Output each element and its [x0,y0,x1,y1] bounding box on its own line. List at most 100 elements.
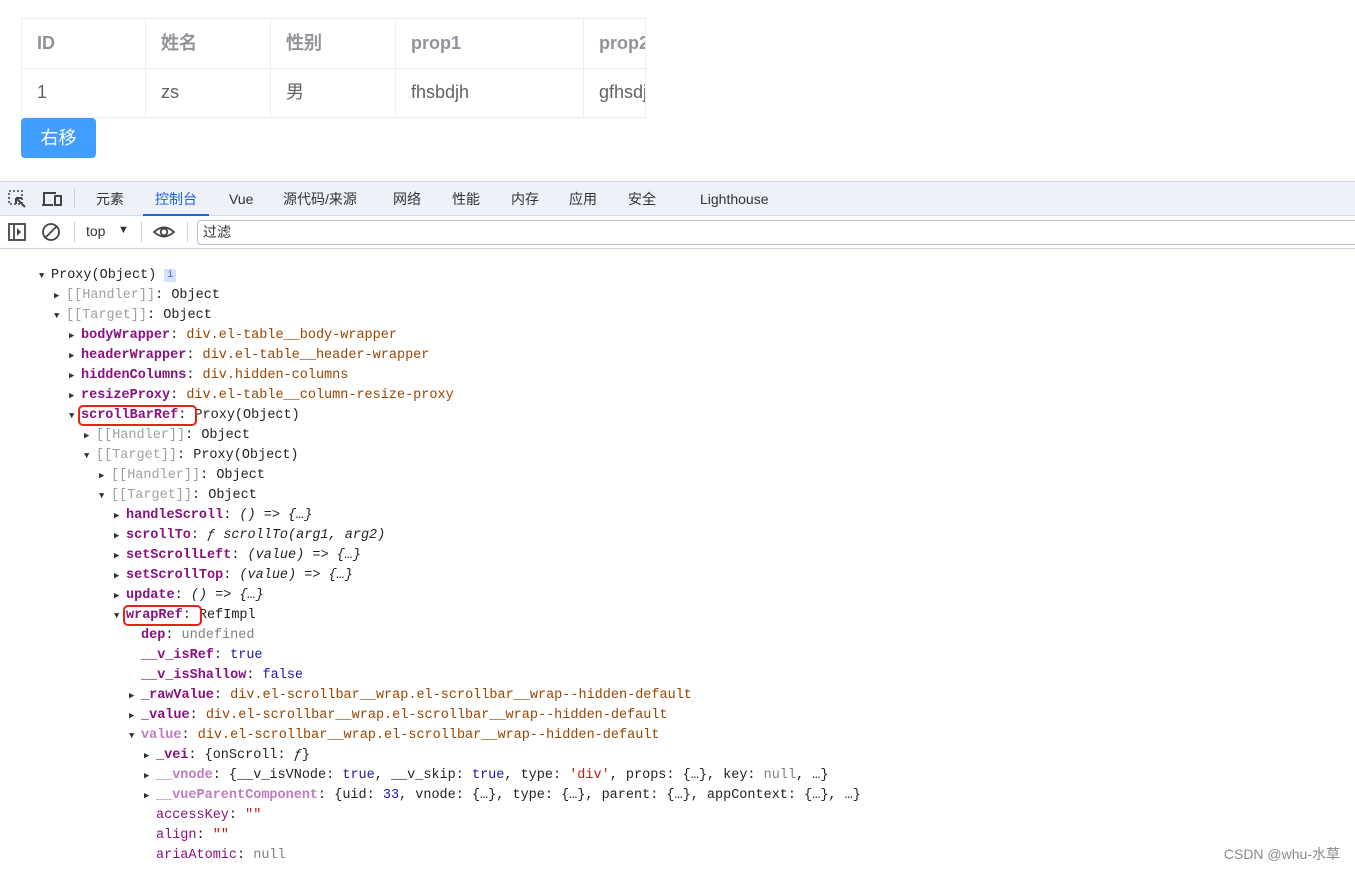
device-toolbar-icon[interactable] [41,189,63,214]
property-key: ariaAtomic [156,848,238,863]
tab-console[interactable]: 控制台 [143,182,209,216]
expand-triangle-closed-icon[interactable]: ▶ [114,586,124,606]
console-tree-row[interactable]: ▶ hiddenColumns: div.hidden-columns [69,366,348,386]
console-tree-row[interactable]: ▶ scrollTo: ƒ scrollTo(arg1, arg2) [114,526,385,546]
expand-triangle-open-icon[interactable]: ▼ [39,266,49,286]
property-value: {__v_isVNode: [228,768,343,783]
property-key-wrapper: setScrollLeft: [126,548,248,563]
tab-elements[interactable]: 元素 [84,182,136,216]
expand-triangle-closed-icon[interactable]: ▶ [99,466,109,486]
console-tree-row[interactable]: ▶ _vei: {onScroll: ƒ} [144,746,310,766]
console-tree-row[interactable]: ▼ [[Target]]: Object [99,486,257,506]
console-toolbar: top ▼ 过滤 [0,216,1355,249]
separator: : [223,568,240,583]
console-tree-row[interactable]: ▼ wrapRef: RefImpl [114,605,256,626]
expand-triangle-closed-icon[interactable]: ▶ [144,766,154,786]
console-tree-row[interactable]: ▶ _value: div.el-scrollbar__wrap.el-scrol… [129,706,668,726]
console-tree-row[interactable]: ▼ [[Target]]: Proxy(Object) [84,446,299,466]
console-tree-row[interactable]: ▶ _rawValue: div.el-scrollbar__wrap.el-sc… [129,686,692,706]
property-key-wrapper: __v_isRef: [141,648,230,663]
tab-lighthouse[interactable]: Lighthouse [688,182,781,216]
expand-triangle-closed-icon[interactable]: ▶ [84,426,94,446]
separator: : [190,528,208,543]
separator: : [177,448,194,463]
property-key-wrapper: [[Target]]: [96,448,193,463]
expand-triangle-closed-icon[interactable]: ▶ [129,686,139,706]
property-value: (value) => {…} [239,568,353,583]
expand-triangle-closed-icon[interactable]: ▶ [114,526,124,546]
expand-triangle-closed-icon[interactable]: ▶ [114,566,124,586]
property-value: Object [163,308,212,323]
dropdown-arrow-icon[interactable]: ▼ [118,224,129,236]
console-tree-row[interactable]: ▶ headerWrapper: div.el-table__header-wra… [69,346,429,366]
property-key-wrapper: headerWrapper: [81,348,203,363]
console-tree-row[interactable]: ▼ value: div.el-scrollbar__wrap.el-scroll… [129,726,660,746]
separator: : [246,668,263,683]
property-key-wrapper: [[Handler]]: [111,468,216,483]
console-tree-row[interactable]: ▼ [[Target]]: Object [54,306,212,326]
expand-triangle-open-icon[interactable]: ▼ [84,446,94,466]
inspect-element-icon[interactable] [7,189,27,214]
tab-security[interactable]: 安全 [616,182,668,216]
console-tree-row[interactable]: ▶ setScrollTop: (value) => {…} [114,566,353,586]
property-value: "" [212,828,229,843]
expand-triangle-open-icon[interactable]: ▼ [99,486,109,506]
expand-triangle-closed-icon[interactable]: ▶ [114,546,124,566]
property-value: , __v_skip: [374,768,472,783]
tab-network[interactable]: 网络 [381,182,433,216]
expand-triangle-closed-icon[interactable]: ▶ [114,506,124,526]
console-tree-row[interactable]: ▼ Proxy(Object) i [39,266,177,286]
cell-prop1: fhsbdjh [396,68,584,117]
property-key: dep [141,628,166,643]
tab-memory[interactable]: 内存 [499,182,551,216]
console-tree-row[interactable]: ▶ handleScroll: () => {…} [114,506,312,526]
property-value: Proxy(Object) [51,268,157,283]
console-tree-row[interactable]: ▶ __vnode: {__v_isVNode: true, __v_skip: … [144,766,828,786]
expand-triangle-closed-icon[interactable]: ▶ [129,706,139,726]
expand-triangle-open-icon[interactable]: ▼ [69,406,79,426]
console-tree-row[interactable]: ▶ resizeProxy: div.el-table__column-resiz… [69,386,454,406]
console-tree-row[interactable]: ▶ [[Handler]]: Object [99,466,265,486]
property-key-wrapper: accessKey: [156,808,245,823]
property-key: [[Handler]] [96,428,186,443]
expand-triangle-open-icon[interactable]: ▼ [129,726,139,746]
separator: : [147,308,164,323]
property-value: div.el-scrollbar__wrap.el-scrollbar__wra… [205,708,668,723]
expand-triangle-open-icon[interactable]: ▼ [54,306,64,326]
clear-console-icon[interactable] [41,222,61,247]
tab-performance[interactable]: 性能 [440,182,492,216]
expand-triangle-closed-icon[interactable]: ▶ [69,346,79,366]
console-tree-row[interactable]: ▶ setScrollLeft: (value) => {…} [114,546,361,566]
property-key-wrapper: __v_isShallow: [141,668,263,683]
console-tree-row[interactable]: ▼ scrollBarRef: Proxy(Object) [69,405,300,426]
expand-triangle-closed-icon[interactable]: ▶ [69,386,79,406]
property-key-wrapper: value: [141,728,198,743]
sidebar-toggle-icon[interactable] [7,222,27,247]
property-value: (value) => {…} [247,548,361,563]
move-right-button[interactable]: 右移 [21,118,96,158]
info-icon[interactable]: i [164,269,177,282]
console-tree-row[interactable]: ▶ [[Handler]]: Object [54,286,220,306]
live-expression-eye-icon[interactable] [152,222,176,247]
property-value: , vnode: {…}, type: {…}, parent: {…}, ap… [399,788,861,803]
expand-triangle-closed-icon[interactable]: ▶ [144,786,154,806]
filter-input[interactable]: 过滤 [197,220,1355,245]
property-value: true [342,768,375,783]
expand-triangle-closed-icon[interactable]: ▶ [54,286,64,306]
tab-application[interactable]: 应用 [557,182,609,216]
console-tree-row: ariaAtomic: null [156,846,286,866]
header-name: 姓名 [146,19,271,68]
console-tree-row[interactable]: ▶ __vueParentComponent: {uid: 33, vnode: … [144,786,861,806]
console-tree-row[interactable]: ▶ [[Handler]]: Object [84,426,250,446]
property-key: __v_isRef [141,648,214,663]
tab-sources[interactable]: 源代码/来源 [271,182,369,216]
expand-triangle-closed-icon[interactable]: ▶ [69,366,79,386]
header-id: ID [22,19,146,68]
expand-triangle-open-icon[interactable]: ▼ [114,606,124,626]
console-tree-row[interactable]: ▶ bodyWrapper: div.el-table__body-wrapper [69,326,397,346]
context-selector[interactable]: top [86,223,105,239]
tab-vue[interactable]: Vue [217,182,265,216]
expand-triangle-closed-icon[interactable]: ▶ [144,746,154,766]
expand-triangle-closed-icon[interactable]: ▶ [69,326,79,346]
console-tree-row[interactable]: ▶ update: () => {…} [114,586,264,606]
